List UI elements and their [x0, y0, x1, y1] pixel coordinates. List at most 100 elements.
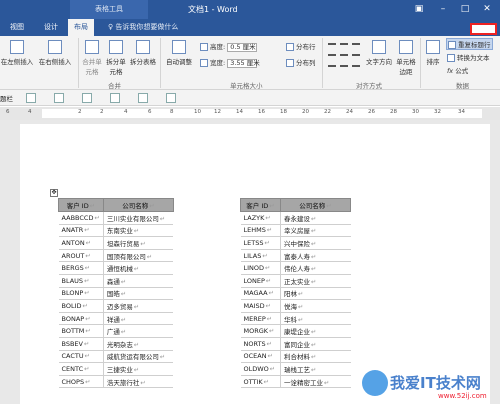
- table-header[interactable]: 公司名称↵: [102, 198, 174, 212]
- customer-id-cell[interactable]: LILAS↵: [240, 249, 281, 263]
- company-name-cell[interactable]: 浩天旅行社↵: [103, 375, 174, 389]
- company-name-cell[interactable]: 坦森行贸易↵: [103, 236, 174, 250]
- company-name-cell[interactable]: 利合材料↵: [280, 350, 351, 364]
- customer-id-cell[interactable]: MAISD↵: [240, 299, 281, 313]
- smartart-icon[interactable]: [82, 93, 92, 103]
- customer-id-cell[interactable]: OCEAN↵: [240, 350, 281, 364]
- ribbon-display-icon[interactable]: ▣: [412, 2, 426, 16]
- cell-margins-button[interactable]: 单元格边距: [394, 40, 418, 76]
- customer-id-cell[interactable]: AROUT↵: [58, 249, 104, 263]
- company-name-cell[interactable]: 正太实业↵: [280, 274, 351, 288]
- tab-view[interactable]: 视图: [4, 19, 30, 36]
- insert-left-button[interactable]: 在左侧插入: [0, 40, 34, 66]
- customer-id-cell[interactable]: ANATR↵: [58, 224, 104, 238]
- company-name-cell[interactable]: 光明杂志↵: [103, 337, 174, 351]
- customer-id-cell[interactable]: MORGK↵: [240, 324, 281, 338]
- company-name-cell[interactable]: 瑞栈工艺↵: [280, 362, 351, 376]
- customer-id-cell[interactable]: BERGS↵: [58, 261, 104, 275]
- cell-end-mark: ↵: [266, 339, 273, 348]
- company-name-cell[interactable]: 东南实业↵: [103, 224, 174, 238]
- customer-id-cell[interactable]: MEREP↵: [240, 312, 281, 326]
- distribute-cols-button[interactable]: 分布列: [286, 57, 316, 67]
- cell-text: LEHMS: [243, 226, 266, 235]
- customer-id-cell[interactable]: CENTC↵: [58, 362, 104, 376]
- customer-id-cell[interactable]: AABBCCD↵: [58, 211, 104, 225]
- tell-me-search[interactable]: ♀ 告诉我你想要做什么: [108, 19, 178, 36]
- company-name-cell[interactable]: 富同企业↵: [280, 337, 351, 351]
- customer-id-cell[interactable]: BOTTM↵: [58, 324, 104, 338]
- ruler-number: 4: [28, 109, 32, 115]
- company-name-cell[interactable]: 广通↵: [103, 324, 174, 338]
- customer-id-cell[interactable]: MAGAA↵: [240, 287, 281, 301]
- company-name-cell[interactable]: 阳林↵: [280, 287, 351, 301]
- height-input[interactable]: 0.5 厘米: [227, 42, 258, 52]
- customer-id-cell[interactable]: OTTIK↵: [240, 375, 281, 389]
- shape-icon[interactable]: [54, 93, 64, 103]
- company-name-cell[interactable]: 通恒机械↵: [103, 261, 174, 275]
- split-table-button[interactable]: 拆分表格: [128, 40, 158, 66]
- company-name-cell[interactable]: 康堤企业↵: [280, 324, 351, 338]
- table-header[interactable]: 客户 ID↵: [58, 198, 104, 212]
- customer-id-cell[interactable]: LEHMS↵: [240, 224, 281, 238]
- customer-id-cell[interactable]: OLDWO↵: [240, 362, 281, 376]
- company-name-cell[interactable]: 悦海↵: [280, 299, 351, 313]
- company-name-cell[interactable]: 森通↵: [103, 274, 174, 288]
- company-name-cell[interactable]: 迈多贸易↵: [103, 299, 174, 313]
- formula-button[interactable]: fx 公式: [447, 65, 468, 75]
- company-name-cell[interactable]: 祥通↵: [103, 312, 174, 326]
- alignment-grid[interactable]: [326, 40, 362, 74]
- formula-label: 公式: [455, 67, 469, 75]
- company-name-cell[interactable]: 兴中保险↵: [280, 236, 351, 250]
- repeat-header-button[interactable]: 重复标题行: [446, 38, 493, 50]
- company-name-cell[interactable]: 富泰人寿↵: [280, 249, 351, 263]
- company-name-cell[interactable]: 三捷实业↵: [103, 362, 174, 376]
- company-name-cell[interactable]: 伟伦人寿↵: [280, 261, 351, 275]
- company-name-cell[interactable]: 威航货运有限公司↵: [103, 350, 174, 364]
- insert-right-button[interactable]: 在右侧插入: [36, 40, 74, 66]
- tab-layout[interactable]: 布局: [68, 19, 94, 36]
- table-header[interactable]: 公司名称↵: [280, 198, 351, 212]
- customer-id-cell[interactable]: LAZYK↵: [240, 211, 281, 225]
- company-name-cell[interactable]: 华科↵: [280, 312, 351, 326]
- chart-icon[interactable]: [110, 93, 120, 103]
- distribute-rows-button[interactable]: 分布行: [286, 41, 316, 51]
- customer-id-cell[interactable]: BLONP↵: [58, 287, 104, 301]
- table-header[interactable]: 客户 ID↵: [240, 198, 281, 212]
- company-name-cell[interactable]: 春永建设↵: [280, 211, 351, 225]
- customer-id-cell[interactable]: LINOD↵: [240, 261, 281, 275]
- sort-button[interactable]: 排序: [422, 40, 444, 66]
- convert-text-button[interactable]: 转换为文本: [447, 52, 490, 62]
- customer-id-cell[interactable]: LONEP↵: [240, 274, 281, 288]
- company-name-cell[interactable]: 国顶有限公司↵: [103, 249, 174, 263]
- customer-id-cell[interactable]: CHOPS↵: [58, 375, 104, 389]
- table-move-handle-icon[interactable]: ✥: [50, 189, 58, 197]
- ruler-number: 24: [346, 109, 353, 115]
- company-name-cell[interactable]: 三川实业有限公司↵: [103, 211, 174, 225]
- cell-end-mark: ↵: [267, 352, 274, 361]
- customer-id-cell[interactable]: BLAUS↵: [58, 274, 104, 288]
- width-input[interactable]: 3.55 厘米: [227, 58, 260, 68]
- customer-id-cell[interactable]: CACTU↵: [58, 350, 104, 364]
- table-icon[interactable]: [166, 93, 176, 103]
- customer-id-cell[interactable]: NORTS↵: [240, 337, 281, 351]
- customer-id-cell[interactable]: BSBEV↵: [58, 337, 104, 351]
- customer-id-cell[interactable]: BONAP↵: [58, 312, 104, 326]
- merge-cells-button[interactable]: 合并单元格: [80, 40, 104, 76]
- minimize-icon[interactable]: –: [436, 2, 450, 16]
- company-name-cell[interactable]: 一诠精密工业↵: [280, 375, 351, 389]
- text-direction-button[interactable]: 文字方向: [364, 40, 394, 66]
- company-name-cell[interactable]: 幸义房屋↵: [280, 224, 351, 238]
- maximize-icon[interactable]: □: [458, 2, 472, 16]
- customer-id-cell[interactable]: BOLID↵: [58, 299, 104, 313]
- tab-design[interactable]: 设计: [38, 19, 64, 36]
- company-name-cell[interactable]: 国皓↵: [103, 287, 174, 301]
- box-icon[interactable]: [26, 93, 36, 103]
- customer-id-cell[interactable]: ANTON↵: [58, 236, 104, 250]
- customer-id-cell[interactable]: LETSS↵: [240, 236, 281, 250]
- screenshot-icon[interactable]: [138, 93, 148, 103]
- autofit-button[interactable]: 自动调整: [162, 40, 196, 66]
- cell-end-mark: ↵: [133, 265, 140, 274]
- close-icon[interactable]: ✕: [480, 2, 494, 16]
- split-cells-button[interactable]: 拆分单元格: [104, 40, 128, 76]
- cell-end-mark: ↵: [120, 315, 127, 324]
